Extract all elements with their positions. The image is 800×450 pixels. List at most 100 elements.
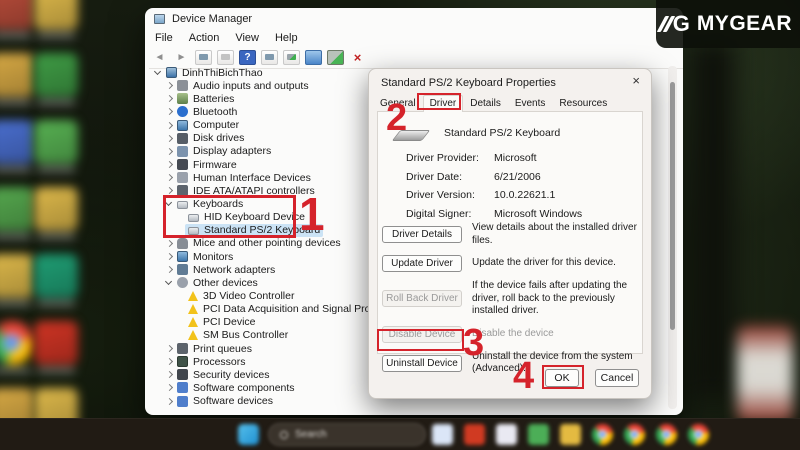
desktop-icon[interactable] (34, 120, 78, 172)
menu-view[interactable]: View (227, 32, 267, 44)
device-header: Standard PS/2 Keyboard (388, 124, 560, 141)
close-icon[interactable]: × (632, 74, 640, 88)
desktop-icon-image (0, 120, 34, 164)
field-value: Microsoft (494, 152, 582, 164)
expander-right-icon[interactable] (164, 81, 174, 91)
expander-right-icon[interactable] (164, 146, 174, 156)
driver-button-description: Disable the device (472, 328, 640, 341)
device-manager-app-icon (154, 14, 165, 24)
roll-back-driver-button: Roll Back Driver (382, 290, 462, 307)
driver-details-button[interactable]: Driver Details (382, 226, 462, 243)
back-icon[interactable]: ◄ (151, 50, 168, 65)
expander-right-icon[interactable] (164, 94, 174, 104)
tree-item-label: Audio inputs and outputs (193, 80, 309, 92)
taskbar-app-icon[interactable] (464, 424, 485, 445)
scrollbar-thumb[interactable] (670, 82, 675, 330)
uninstall-device-button[interactable]: Uninstall Device (382, 355, 462, 372)
driver-button-row: Update DriverUpdate the driver for this … (382, 255, 640, 272)
expander-right-icon[interactable] (164, 133, 174, 143)
mygear-logo-text: MYGEAR (697, 12, 792, 36)
computer-frame-icon[interactable] (261, 50, 278, 65)
taskbar-app-icon[interactable] (528, 424, 549, 445)
annotation-box-driver-tab (417, 93, 461, 110)
browser-icon[interactable] (624, 424, 645, 445)
tree-item-content: Processors (174, 355, 249, 368)
expander-right-icon[interactable] (164, 107, 174, 117)
uninstall-x-icon[interactable]: × (349, 50, 366, 65)
tab-details[interactable]: Details (463, 95, 508, 112)
desktop-icon[interactable] (34, 321, 78, 373)
desktop-icon[interactable] (0, 187, 34, 239)
expander-down-icon[interactable] (153, 68, 163, 78)
desktop-icon-label (0, 301, 31, 306)
update-driver-button[interactable]: Update Driver (382, 255, 462, 272)
tab-events[interactable]: Events (508, 95, 553, 112)
taskbar-app-icon[interactable] (560, 424, 581, 445)
scan-hardware-icon[interactable] (283, 50, 300, 65)
desktop-icon-image (34, 0, 78, 30)
browser-icon[interactable] (592, 424, 613, 445)
network-icon (177, 264, 188, 275)
tree-scrollbar[interactable] (668, 66, 677, 409)
remote-monitor-icon[interactable] (305, 50, 322, 65)
desktop-icon-image (0, 0, 34, 30)
no-expander (175, 330, 185, 340)
no-expander (175, 317, 185, 327)
expander-right-icon[interactable] (164, 370, 174, 380)
expander-right-icon[interactable] (164, 238, 174, 248)
tab-resources[interactable]: Resources (552, 95, 614, 112)
speaker-icon (177, 80, 188, 91)
tree-item-label: Batteries (193, 93, 234, 105)
tree-item-label: SM Bus Controller (203, 329, 288, 341)
start-button-icon[interactable] (238, 424, 259, 445)
expander-right-icon[interactable] (164, 357, 174, 367)
desktop-icon-image (34, 53, 78, 97)
export-icon[interactable] (217, 50, 234, 65)
desktop-icon[interactable] (0, 321, 34, 373)
forward-icon[interactable]: ► (173, 50, 190, 65)
menu-action[interactable]: Action (181, 32, 228, 44)
expander-right-icon[interactable] (164, 173, 174, 183)
expander-right-icon[interactable] (164, 120, 174, 130)
expander-right-icon[interactable] (164, 252, 174, 262)
update-driver-icon[interactable] (327, 50, 344, 65)
screen: G MYGEAR Device Manager FileActionViewHe… (0, 0, 800, 450)
expander-down-icon[interactable] (164, 278, 174, 288)
properties-icon[interactable] (195, 50, 212, 65)
help-icon[interactable]: ? (239, 50, 256, 65)
desktop-icon[interactable] (0, 120, 34, 172)
field-value: 6/21/2006 (494, 171, 582, 183)
desktop-icon[interactable] (0, 254, 34, 306)
menu-file[interactable]: File (147, 32, 181, 44)
tree-item-content: Batteries (174, 93, 237, 106)
menu-help[interactable]: Help (267, 32, 306, 44)
browser-icon[interactable] (656, 424, 677, 445)
field-value: 10.0.22621.1 (494, 189, 582, 201)
expander-right-icon[interactable] (164, 265, 174, 275)
browser-icon[interactable] (688, 424, 709, 445)
taskbar-app-icon[interactable] (496, 424, 517, 445)
desktop-icon[interactable] (34, 0, 78, 38)
taskbar-search[interactable]: Search (268, 423, 426, 446)
desktop-icon-label (37, 33, 75, 38)
tree-item-content: Bluetooth (174, 106, 240, 119)
cancel-button[interactable]: Cancel (595, 369, 639, 387)
tree-item-label: Bluetooth (193, 106, 237, 118)
annotation-step-3: 3 (463, 324, 484, 362)
desktop-icon[interactable] (0, 0, 34, 38)
desktop-icon[interactable] (34, 254, 78, 306)
desktop-icon[interactable] (34, 187, 78, 239)
expander-right-icon[interactable] (164, 383, 174, 393)
desktop-icon[interactable] (34, 53, 78, 105)
expander-right-icon[interactable] (164, 160, 174, 170)
title-bar[interactable]: Device Manager (145, 8, 683, 30)
desktop-icon-label (37, 234, 75, 239)
driver-fields: Driver Provider:MicrosoftDriver Date:6/2… (406, 152, 582, 220)
expander-right-icon[interactable] (164, 344, 174, 354)
tab-strip: GeneralDriverDetailsEventsResources (373, 95, 614, 112)
taskbar-app-icon[interactable] (432, 424, 453, 445)
driver-buttons: Driver DetailsView details about the ins… (382, 222, 640, 384)
desktop-icon[interactable] (0, 53, 34, 105)
warning-icon (188, 330, 198, 340)
expander-right-icon[interactable] (164, 396, 174, 406)
